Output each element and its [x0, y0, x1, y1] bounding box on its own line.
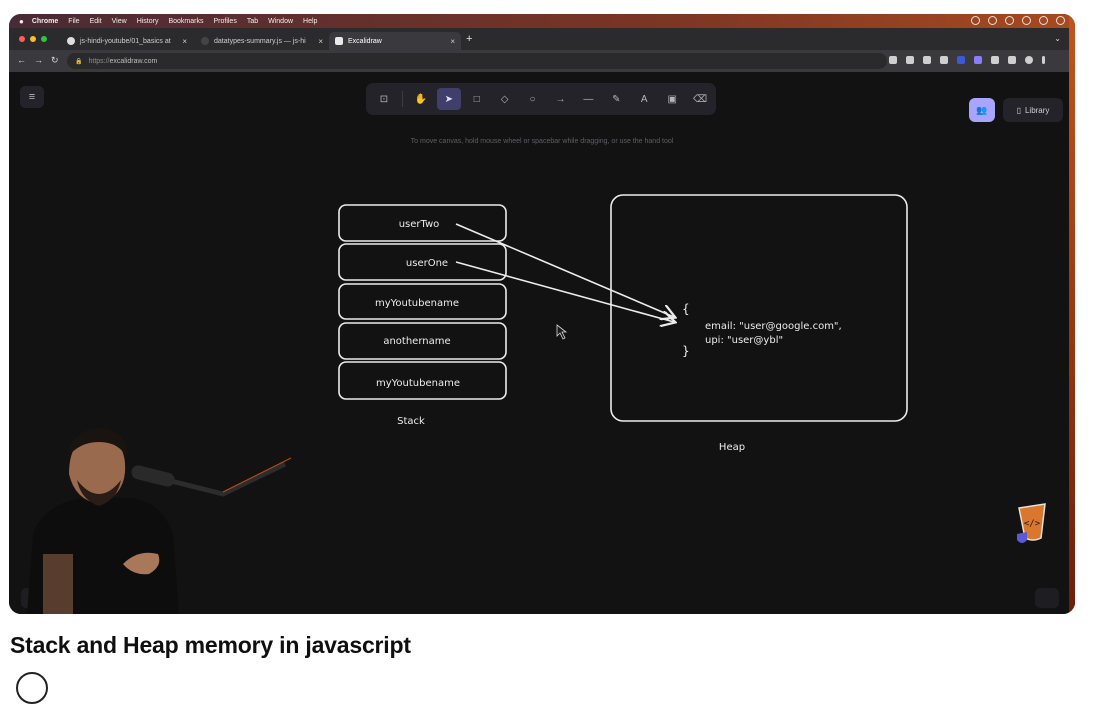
tab-excalidraw[interactable]: Excalidraw ×	[329, 32, 461, 50]
new-tab-button[interactable]: +	[466, 33, 472, 45]
menu-view[interactable]: View	[112, 18, 127, 25]
menu-file[interactable]: File	[68, 18, 79, 25]
stack-item-anothername: anothername	[383, 336, 450, 347]
heap-box[interactable]	[610, 194, 908, 422]
excalidraw-icon	[335, 37, 343, 45]
control-icon[interactable]	[1005, 16, 1014, 25]
close-icon[interactable]: ×	[182, 37, 187, 46]
menu-tab[interactable]: Tab	[247, 18, 258, 25]
tab-label: js-hindi-youtube/01_basics at	[80, 37, 171, 45]
sidebar-icon[interactable]	[1008, 56, 1016, 64]
channel-watermark-icon: </>	[1017, 503, 1046, 543]
google-icon[interactable]	[889, 56, 897, 64]
heap-open-brace: {	[682, 302, 690, 316]
mac-menubar: ● Chrome File Edit View History Bookmark…	[9, 14, 1075, 28]
presenter-webcam	[27, 428, 292, 614]
help-button[interactable]	[1035, 588, 1059, 608]
stack-item-userone: userOne	[406, 258, 448, 269]
extension-icon[interactable]	[974, 56, 982, 64]
url-prefix: https://	[88, 57, 110, 65]
stack-item-myyoutubename: myYoutubename	[375, 298, 459, 309]
close-icon[interactable]: ×	[318, 37, 323, 46]
svg-text:</>: </>	[1024, 519, 1041, 529]
menu-help[interactable]: Help	[303, 18, 317, 25]
heap-close-brace: }	[682, 344, 690, 358]
status-tray	[971, 16, 1065, 25]
heap-label: Heap	[719, 442, 745, 453]
code-file-icon	[201, 37, 209, 45]
url-text: excalidraw.com	[109, 57, 158, 65]
wifi-icon[interactable]	[1022, 16, 1031, 25]
share-icon[interactable]	[923, 56, 931, 64]
video-title[interactable]: Stack and Heap memory in javascript	[10, 632, 411, 659]
menu-profiles[interactable]: Profiles	[213, 18, 236, 25]
puzzle-icon[interactable]	[991, 56, 999, 64]
heap-upi-line: upi: "user@ybl"	[705, 335, 783, 346]
heap-email-line: email: "user@google.com",	[705, 321, 842, 332]
window-edge	[1069, 14, 1075, 614]
screen-icon[interactable]	[988, 16, 997, 25]
chevron-down-icon[interactable]: ⌄	[1054, 34, 1061, 43]
extension-icons	[889, 56, 1045, 64]
menu-window[interactable]: Window	[268, 18, 293, 25]
close-window-button[interactable]	[19, 36, 25, 42]
stack-item-myyoutubename-2: myYoutubename	[376, 378, 460, 389]
profile-icon[interactable]	[1025, 56, 1033, 64]
forward-icon[interactable]: →	[34, 55, 43, 65]
extension-icon[interactable]	[957, 56, 965, 64]
channel-avatar[interactable]	[16, 672, 48, 704]
tab-label: datatypes-summary.js — js-hi	[214, 37, 306, 45]
star-icon[interactable]	[940, 56, 948, 64]
close-icon[interactable]: ×	[450, 37, 455, 46]
tab-datatypes[interactable]: datatypes-summary.js — js-hi ×	[195, 32, 329, 50]
apple-icon[interactable]: ●	[19, 17, 24, 26]
battery-icon[interactable]	[1039, 16, 1048, 25]
stack-item-usertwo: userTwo	[399, 219, 440, 230]
lock-icon: 🔒	[75, 58, 83, 65]
record-icon[interactable]	[971, 16, 980, 25]
history-icon[interactable]	[906, 56, 914, 64]
maximize-window-button[interactable]	[41, 36, 47, 42]
browser-tabbar: js-hindi-youtube/01_basics at × datatype…	[9, 28, 1075, 50]
menu-chrome[interactable]: Chrome	[32, 18, 58, 25]
menu-edit[interactable]: Edit	[90, 18, 102, 25]
tab-github[interactable]: js-hindi-youtube/01_basics at ×	[61, 32, 193, 50]
url-input[interactable]: 🔒 https:// excalidraw.com	[67, 53, 887, 69]
video-player[interactable]: ● Chrome File Edit View History Bookmark…	[9, 14, 1075, 614]
back-icon[interactable]: ←	[17, 55, 26, 65]
github-icon	[67, 37, 75, 45]
browser-addressbar: ← → ↻ 🔒 https:// excalidraw.com	[9, 50, 1075, 72]
tab-label: Excalidraw	[348, 37, 382, 45]
menu-bookmarks[interactable]: Bookmarks	[168, 18, 203, 25]
kebab-menu-icon[interactable]	[1042, 56, 1045, 64]
menu-history[interactable]: History	[137, 18, 159, 25]
reload-icon[interactable]: ↻	[51, 55, 59, 66]
clock-icon[interactable]	[1056, 16, 1065, 25]
window-controls	[19, 36, 47, 42]
mouse-cursor-icon	[556, 324, 568, 340]
minimize-window-button[interactable]	[30, 36, 36, 42]
stack-label: Stack	[397, 416, 425, 427]
